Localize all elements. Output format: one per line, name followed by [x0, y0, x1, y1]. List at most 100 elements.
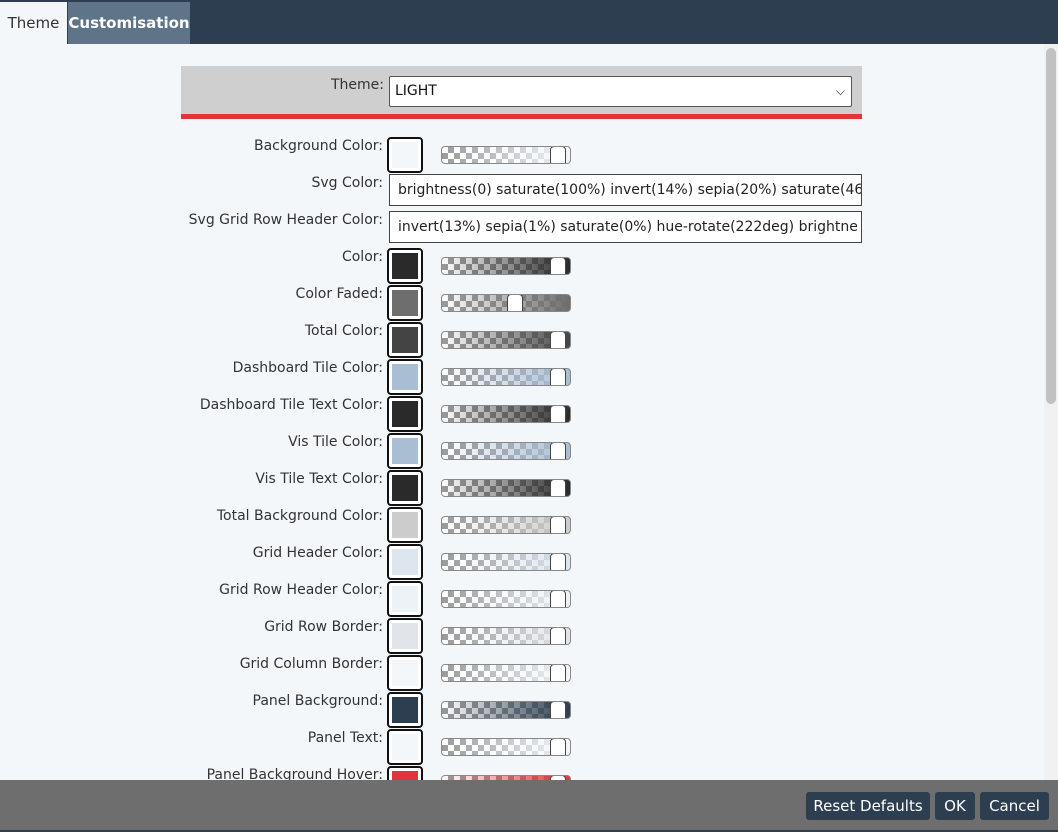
- grid-row-header-color-opacity-slider[interactable]: [441, 590, 571, 608]
- vis-tile-color-swatch[interactable]: [387, 433, 423, 469]
- slider-thumb[interactable]: [550, 517, 566, 533]
- row-dashboard-tile-color: Dashboard Tile Color:: [0, 359, 1040, 396]
- swatch-color: [392, 512, 418, 538]
- svg-color-input[interactable]: brightness(0) saturate(100%) invert(14%)…: [389, 174, 862, 206]
- panel-background-swatch[interactable]: [387, 692, 423, 728]
- theme-select[interactable]: LIGHT ⌵: [389, 76, 852, 107]
- slider-thumb[interactable]: [550, 480, 566, 496]
- grid-header-color-label: Grid Header Color:: [252, 545, 383, 561]
- total-background-color-opacity-slider[interactable]: [441, 516, 571, 534]
- total-color-opacity-slider[interactable]: [441, 331, 571, 349]
- color-faded-swatch[interactable]: [387, 285, 423, 321]
- color-label: Color:: [341, 249, 383, 265]
- vertical-scrollbar[interactable]: [1044, 44, 1058, 780]
- tab-theme[interactable]: Theme: [0, 2, 67, 44]
- panel-text-opacity-slider[interactable]: [441, 738, 571, 756]
- vis-tile-color-opacity-slider[interactable]: [441, 442, 571, 460]
- row-grid-row-border: Grid Row Border:: [0, 618, 1040, 655]
- dashboard-tile-text-color-opacity-slider[interactable]: [441, 405, 571, 423]
- svg-color-label: Svg Color:: [311, 175, 383, 191]
- tab-customisation[interactable]: Customisation: [68, 2, 190, 44]
- vis-tile-color-label: Vis Tile Color:: [288, 434, 383, 450]
- slider-thumb[interactable]: [550, 628, 566, 644]
- swatch-color: [392, 290, 418, 316]
- slider-thumb[interactable]: [550, 258, 566, 274]
- slider-thumb[interactable]: [550, 147, 566, 163]
- total-background-color-label: Total Background Color:: [216, 508, 383, 524]
- grid-row-border-opacity-slider[interactable]: [441, 627, 571, 645]
- row-dashboard-tile-text-color: Dashboard Tile Text Color:: [0, 396, 1040, 433]
- cancel-button[interactable]: Cancel: [980, 792, 1049, 820]
- grid-column-border-label: Grid Column Border:: [239, 656, 383, 672]
- slider-thumb[interactable]: [550, 443, 566, 459]
- slider-thumb[interactable]: [550, 591, 566, 607]
- grid-header-color-opacity-slider[interactable]: [441, 553, 571, 571]
- slider-thumb[interactable]: [550, 369, 566, 385]
- dashboard-tile-color-swatch[interactable]: [387, 359, 423, 395]
- slider-thumb[interactable]: [550, 665, 566, 681]
- ok-button[interactable]: OK: [935, 792, 975, 820]
- vis-tile-text-color-opacity-slider[interactable]: [441, 479, 571, 497]
- swatch-color: [392, 438, 418, 464]
- swatch-color: [392, 697, 418, 723]
- swatch-color: [392, 734, 418, 760]
- swatch-color: [392, 549, 418, 575]
- panel-text-swatch[interactable]: [387, 729, 423, 765]
- theme-settings-panel: Theme: LIGHT ⌵ Background Color: Svg Colo…: [0, 44, 1044, 780]
- grid-column-border-swatch[interactable]: [387, 655, 423, 691]
- tab-bar: Theme Customisation: [0, 2, 1058, 44]
- swatch-color: [392, 771, 418, 780]
- grid-header-color-swatch[interactable]: [387, 544, 423, 580]
- theme-dialog: Theme Customisation Theme: LIGHT ⌵ Backg…: [0, 2, 1058, 830]
- dashboard-tile-text-color-swatch[interactable]: [387, 396, 423, 432]
- swatch-color: [392, 327, 418, 353]
- grid-row-border-label: Grid Row Border:: [264, 619, 383, 635]
- color-faded-opacity-slider[interactable]: [441, 294, 571, 312]
- row-panel-text: Panel Text:: [0, 729, 1040, 766]
- theme-label: Theme:: [330, 77, 384, 93]
- dialog-footer: Reset Defaults OK Cancel: [0, 780, 1058, 830]
- row-grid-column-border: Grid Column Border:: [0, 655, 1040, 692]
- row-total-color: Total Color:: [0, 322, 1040, 359]
- row-color-faded: Color Faded:: [0, 285, 1040, 322]
- total-color-label: Total Color:: [304, 323, 383, 339]
- panel-text-label: Panel Text:: [307, 730, 383, 746]
- swatch-color: [392, 475, 418, 501]
- dashboard-tile-color-label: Dashboard Tile Color:: [232, 360, 383, 376]
- row-svg-color: Svg Color: brightness(0) saturate(100%) i…: [0, 174, 1040, 211]
- grid-row-header-color-swatch[interactable]: [387, 581, 423, 617]
- slider-thumb[interactable]: [550, 554, 566, 570]
- swatch-color: [392, 623, 418, 649]
- panel-background-label: Panel Background:: [252, 693, 383, 709]
- slider-thumb[interactable]: [507, 295, 523, 311]
- total-color-swatch[interactable]: [387, 322, 423, 358]
- swatch-color: [392, 586, 418, 612]
- reset-defaults-button[interactable]: Reset Defaults: [806, 792, 930, 820]
- row-panel-background: Panel Background:: [0, 692, 1040, 729]
- swatch-color: [392, 142, 418, 168]
- grid-column-border-opacity-slider[interactable]: [441, 664, 571, 682]
- background-color-swatch[interactable]: [387, 137, 423, 173]
- swatch-color: [392, 253, 418, 279]
- slider-thumb[interactable]: [550, 406, 566, 422]
- panel-background-hover-swatch[interactable]: [387, 766, 423, 780]
- row-svg-grid-row-header-color: Svg Grid Row Header Color: invert(13%) se…: [0, 211, 1040, 248]
- background-color-opacity-slider[interactable]: [441, 146, 571, 164]
- slider-thumb[interactable]: [550, 702, 566, 718]
- grid-row-border-swatch[interactable]: [387, 618, 423, 654]
- row-vis-tile-text-color: Vis Tile Text Color:: [0, 470, 1040, 507]
- dashboard-tile-color-opacity-slider[interactable]: [441, 368, 571, 386]
- scrollbar-thumb[interactable]: [1046, 48, 1056, 404]
- chevron-down-icon: ⌵: [835, 84, 845, 98]
- vis-tile-text-color-swatch[interactable]: [387, 470, 423, 506]
- theme-select-value: LIGHT: [395, 83, 437, 99]
- panel-background-opacity-slider[interactable]: [441, 701, 571, 719]
- color-opacity-slider[interactable]: [441, 257, 571, 275]
- total-background-color-swatch[interactable]: [387, 507, 423, 543]
- row-color: Color:: [0, 248, 1040, 285]
- svg-grid-row-header-color-label: Svg Grid Row Header Color:: [188, 212, 383, 228]
- svg-grid-row-header-color-input[interactable]: invert(13%) sepia(1%) saturate(0%) hue-r…: [389, 211, 862, 243]
- color-swatch[interactable]: [387, 248, 423, 284]
- slider-thumb[interactable]: [550, 332, 566, 348]
- slider-thumb[interactable]: [550, 739, 566, 755]
